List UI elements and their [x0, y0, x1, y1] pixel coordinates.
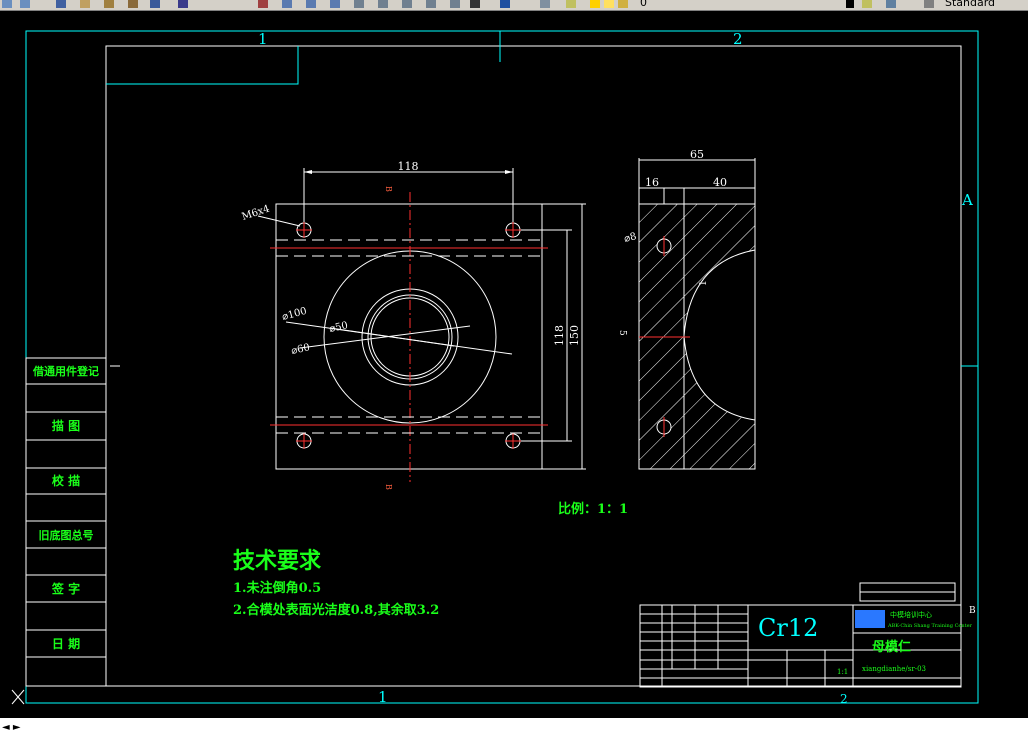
company-logo [855, 610, 885, 628]
dia-60: ⌀60 [290, 342, 311, 357]
help-icon[interactable] [150, 0, 160, 8]
brush-icon[interactable] [128, 0, 138, 8]
side-view [638, 158, 756, 470]
layer-select[interactable]: 0 [640, 0, 647, 9]
zoom-icon[interactable] [56, 0, 66, 8]
style-select[interactable]: Standard [945, 0, 995, 9]
dim-150-side: 150 [568, 325, 581, 346]
calculator-icon[interactable] [470, 0, 480, 8]
dia-8: ⌀8 [623, 231, 638, 245]
dim-1: 1 [699, 280, 709, 286]
tech-line-2: 2.合模处表面光洁度0.8,其余取3.2 [233, 602, 439, 618]
dropdown-arrow-icon[interactable] [846, 0, 854, 8]
plate-outline [275, 203, 543, 470]
layout-tabs: ◄ ► [0, 718, 1028, 730]
text-style-icon[interactable] [924, 0, 934, 8]
match-icon[interactable] [104, 0, 114, 8]
design-center-icon[interactable] [378, 0, 388, 8]
part-name: 母模仁 [872, 639, 911, 655]
company-cn: 中模培训中心 [890, 610, 932, 619]
side-label-old-no: 旧底图总号 [39, 528, 94, 542]
side-label-date: 日 期 [52, 636, 80, 651]
dia-100: ⌀100 [281, 306, 308, 323]
section-mark-bottom: B [384, 484, 393, 490]
side-label-trace: 描 图 [52, 418, 80, 433]
zone-top-1: 1 [258, 30, 268, 48]
corner-stamp-box [106, 46, 299, 85]
undo-icon[interactable] [2, 0, 12, 8]
note-holes: M6x4 [241, 204, 272, 223]
material-cr12: Cr12 [758, 614, 818, 642]
sun-icon[interactable] [604, 0, 614, 8]
paper-border [25, 30, 979, 704]
lock-icon[interactable] [618, 0, 628, 8]
help-button-icon[interactable] [500, 0, 510, 8]
zone-right-a: A [961, 191, 973, 209]
zoom-window-icon[interactable] [306, 0, 316, 8]
layer-state-icon[interactable] [566, 0, 576, 8]
side-label-check: 校 描 [52, 473, 80, 488]
zone-bottom-2: 2 [840, 692, 848, 706]
ucs-icon [11, 689, 25, 705]
scale-label: 比例：1：1 [558, 501, 628, 517]
layer-manager-icon[interactable] [540, 0, 550, 8]
company-en: ABK-Chin Shang Training Center [887, 623, 973, 629]
pan-icon[interactable] [258, 0, 268, 8]
properties-palette-icon[interactable] [354, 0, 364, 8]
tech-line-1: 1.未注倒角0.5 [233, 580, 321, 596]
tech-title: 技术要求 [233, 548, 321, 574]
markup-icon[interactable] [450, 0, 460, 8]
layout-tab-arrows-icon[interactable]: ◄ ► [2, 722, 21, 730]
make-current-icon[interactable] [862, 0, 872, 8]
dim-118-side: 118 [553, 325, 566, 346]
side-label-sign: 签 字 [51, 581, 80, 596]
zone-right-b: B [969, 606, 976, 616]
front-view [257, 168, 586, 482]
dia-50: ⌀50 [328, 320, 349, 335]
arrow-down-icon[interactable] [178, 0, 188, 8]
tool-palette-icon[interactable] [402, 0, 412, 8]
zone-top-2: 2 [733, 30, 743, 48]
dim-5: 5 [617, 330, 627, 336]
side-label-reuse: 借通用件登记 [32, 364, 99, 378]
drawing-number: xiangdianhe/sr-03 [862, 665, 926, 673]
scale-value: 1:1 [837, 668, 848, 676]
drawing-canvas[interactable]: 1 2 1 2 A B 借通用件登记 描 图 校 描 旧底图总号 签 字 日 期 [0, 10, 1028, 718]
light-bulb-icon[interactable] [590, 0, 600, 8]
section-mark-top: B [384, 186, 393, 192]
properties-icon[interactable] [80, 0, 90, 8]
layer-previous-icon[interactable] [886, 0, 896, 8]
dim-118-top: 118 [398, 160, 419, 173]
zoom-previous-icon[interactable] [330, 0, 340, 8]
sheet-set-icon[interactable] [426, 0, 436, 8]
dim-65: 65 [690, 148, 704, 161]
zone-bottom-1: 1 [378, 688, 388, 706]
dim-16: 16 [645, 176, 659, 189]
zoom-realtime-icon[interactable] [282, 0, 292, 8]
redo-icon[interactable] [20, 0, 30, 8]
dim-40: 40 [713, 176, 727, 189]
